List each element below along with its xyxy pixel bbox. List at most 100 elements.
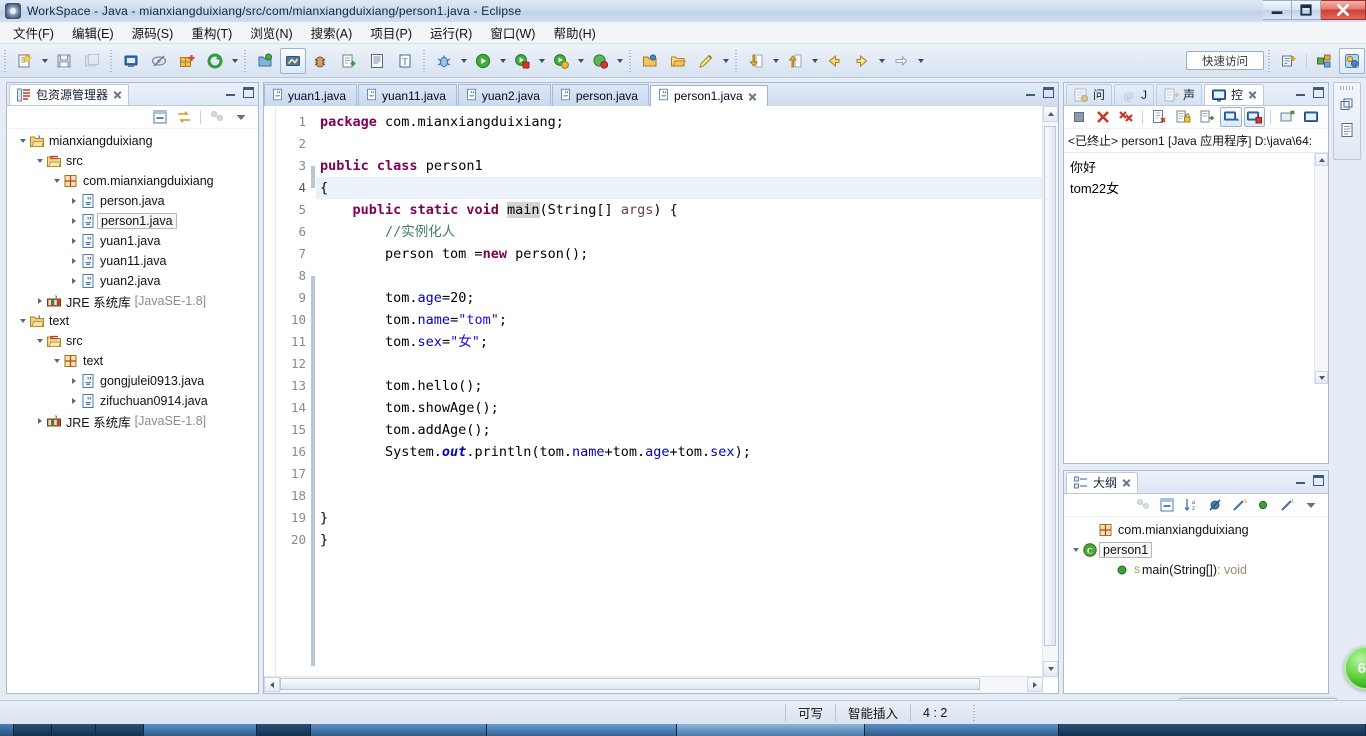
code-line[interactable] (316, 353, 1058, 375)
external-tools-dropdown-icon[interactable] (575, 49, 586, 73)
new-class-icon[interactable] (336, 48, 362, 74)
code-line[interactable]: tom.showAge(); (316, 397, 1058, 419)
tree-item-zifuchuan0914-java[interactable]: zifuchuan0914.java (7, 391, 258, 411)
new-console-view-icon[interactable] (1276, 107, 1298, 127)
debug-dropdown-icon[interactable] (458, 49, 469, 73)
tree-item-yuan2-java[interactable]: yuan2.java (7, 271, 258, 291)
debug-perspective-icon[interactable] (308, 48, 334, 74)
save-icon[interactable] (51, 48, 77, 74)
scroll-down-icon[interactable] (1043, 661, 1058, 677)
taskbar-item-5[interactable] (677, 724, 865, 736)
search-type-icon[interactable]: T (392, 48, 418, 74)
collapse-all-icon[interactable] (149, 107, 171, 127)
run-dropdown-icon[interactable] (497, 49, 508, 73)
menu-project[interactable]: 项目(P) (361, 21, 421, 44)
new-wizard-dropdown-icon[interactable] (39, 49, 50, 73)
code-line[interactable] (316, 463, 1058, 485)
hide-nonpublic-icon[interactable] (1252, 495, 1274, 515)
outline-item-com-mianxiangduixiang[interactable]: com.mianxiangduixiang (1064, 520, 1328, 540)
tab-package-explorer[interactable]: 包资源管理器 (9, 83, 130, 105)
restore-perspective-icon[interactable] (1336, 95, 1358, 115)
fast-view-grip[interactable] (1340, 86, 1354, 90)
refresh-dropdown-icon[interactable] (229, 49, 240, 73)
sort-icon[interactable]: az (1180, 495, 1202, 515)
close-icon[interactable] (113, 90, 122, 99)
next-edit-dropdown-icon[interactable] (915, 49, 926, 73)
scroll-up-icon[interactable] (1043, 106, 1058, 122)
taskbar-pin-2[interactable] (52, 724, 96, 736)
tree-item-jre----[interactable]: JRE 系统库 [JavaSE-1.8] (7, 291, 258, 311)
code-line[interactable] (316, 133, 1058, 155)
close-icon[interactable] (748, 92, 757, 101)
menu-file[interactable]: 文件(F) (4, 21, 63, 44)
code-line[interactable]: public class person1 (316, 155, 1058, 177)
console-output[interactable]: 你好 tom22女 (1064, 152, 1328, 384)
taskbar-item-2[interactable] (257, 724, 311, 736)
tab-console[interactable]: 控 (1204, 83, 1265, 105)
editor-tab-yuan11-java[interactable]: yuan11.java (358, 84, 457, 106)
close-button[interactable] (1321, 0, 1366, 20)
tree-item-gongjulei0913-java[interactable]: gongjulei0913.java (7, 371, 258, 391)
toolbar-grip[interactable] (2, 49, 9, 72)
toolbar-grip-6[interactable] (733, 49, 740, 72)
tab-declaration[interactable]: 声 (1156, 83, 1203, 105)
clear-console-icon[interactable] (1148, 107, 1170, 127)
outline-item-main-string---[interactable]: Smain(String[]) : void (1064, 560, 1328, 580)
twisty-expanded-icon[interactable] (17, 315, 29, 327)
code-line[interactable] (316, 265, 1058, 287)
twisty-collapsed-icon[interactable] (68, 375, 80, 387)
floating-score-badge[interactable]: 65 (1344, 646, 1366, 690)
code-line[interactable]: System.out.println(tom.name+tom.age+tom.… (316, 441, 1058, 463)
back-icon[interactable] (821, 48, 847, 74)
forward-dropdown-icon[interactable] (876, 49, 887, 73)
display-selected-console-icon[interactable] (1219, 107, 1242, 127)
minimize-view-icon[interactable] (1295, 475, 1306, 486)
toolbar-grip-3[interactable] (242, 49, 249, 72)
previous-annotation-dropdown-icon[interactable] (809, 49, 820, 73)
open-folder-2-icon[interactable] (665, 48, 691, 74)
coverage-dropdown-icon[interactable] (614, 49, 625, 73)
menu-source[interactable]: 源码(S) (123, 21, 183, 44)
twisty-collapsed-icon[interactable] (34, 415, 46, 427)
code-line[interactable]: tom.hello(); (316, 375, 1058, 397)
code-line[interactable]: package com.mianxiangduixiang; (316, 111, 1058, 133)
twisty-collapsed-icon[interactable] (68, 235, 80, 247)
edit-pencil-icon[interactable] (693, 48, 719, 74)
menu-refactor[interactable]: 重构(T) (182, 21, 241, 44)
focus-on-active-task-icon[interactable] (1132, 495, 1154, 515)
twisty-expanded-icon[interactable] (34, 335, 46, 347)
minimize-view-icon[interactable] (1295, 87, 1306, 98)
menu-run[interactable]: 运行(R) (421, 21, 481, 44)
toggle-mark-occurrences-icon[interactable] (146, 48, 172, 74)
tree-item-person1-java[interactable]: person1.java (7, 211, 258, 231)
tree-item-yuan11-java[interactable]: yuan11.java (7, 251, 258, 271)
twisty-expanded-icon[interactable] (34, 155, 46, 167)
remove-launch-icon[interactable] (1092, 107, 1114, 127)
tree-item-src[interactable]: src (7, 151, 258, 171)
next-annotation-icon[interactable] (743, 48, 769, 74)
source-code-text[interactable]: package com.mianxiangduixiang; public cl… (316, 106, 1058, 693)
menu-help[interactable]: 帮助(H) (544, 21, 604, 44)
tree-item-yuan1-java[interactable]: yuan1.java (7, 231, 258, 251)
hide-static-icon[interactable]: s (1228, 495, 1250, 515)
editor-tab-yuan1-java[interactable]: yuan1.java (264, 84, 358, 106)
scroll-lock-icon[interactable] (1172, 107, 1194, 127)
tree-item-text[interactable]: text (7, 351, 258, 371)
taskbar-item-1[interactable] (144, 724, 257, 736)
twisty-collapsed-icon[interactable] (68, 275, 80, 287)
package-explorer-tree[interactable]: mianxiangduixiang src com.mianxiangduixian… (7, 129, 258, 691)
refresh-icon[interactable] (202, 48, 228, 74)
tree-item-com-mianxiangduixiang[interactable]: com.mianxiangduixiang (7, 171, 258, 191)
previous-annotation-icon[interactable] (782, 48, 808, 74)
editor-tab-person1-java[interactable]: person1.java (649, 85, 768, 107)
code-line[interactable]: tom.sex="女"; (316, 331, 1058, 353)
status-grip[interactable] (973, 704, 980, 721)
remove-all-launches-icon[interactable] (1116, 107, 1138, 127)
menu-edit[interactable]: 编辑(E) (63, 21, 123, 44)
toolbar-grip-7[interactable] (1266, 49, 1273, 72)
twisty-collapsed-icon[interactable] (68, 255, 80, 267)
maximize-view-icon[interactable] (1313, 87, 1324, 98)
tree-item-text[interactable]: text (7, 311, 258, 331)
outline-tree[interactable]: com.mianxiangduixiang Cperson1 Smain(Strin… (1064, 517, 1328, 580)
taskbar-start-button[interactable] (0, 724, 14, 736)
